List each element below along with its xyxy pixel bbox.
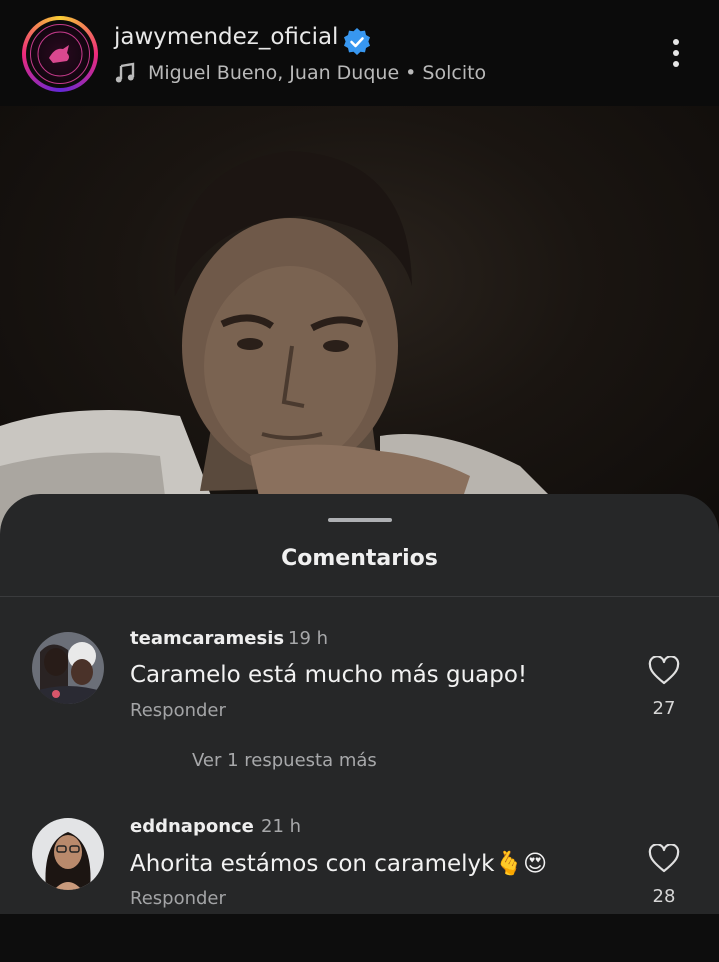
- heart-icon[interactable]: [648, 844, 680, 874]
- reply-button[interactable]: Responder: [130, 700, 226, 721]
- portrait-image: [0, 151, 560, 536]
- comment-username[interactable]: teamcaramesis: [130, 628, 284, 649]
- comment-time: 19 h: [288, 628, 329, 649]
- comments-sheet: Comentarios teamcaramesis 19 h Caramelo …: [0, 494, 719, 914]
- more-options-icon[interactable]: [662, 34, 690, 78]
- sheet-drag-handle[interactable]: [328, 518, 392, 522]
- like-count: 28: [652, 886, 676, 907]
- comment-text: Ahorita estámos con caramelyk🫰😍: [130, 851, 548, 877]
- profile-avatar[interactable]: [22, 16, 98, 92]
- commenter-avatar[interactable]: [32, 632, 104, 704]
- heart-icon[interactable]: [648, 656, 680, 686]
- profile-logo: [30, 24, 90, 84]
- audio-attribution[interactable]: Miguel Bueno, Juan Duque • Solcito: [114, 60, 486, 86]
- view-replies-button[interactable]: Ver 1 respuesta más: [192, 750, 377, 771]
- sheet-title: Comentarios: [281, 546, 438, 571]
- comment-text: Caramelo está mucho más guapo!: [130, 662, 528, 688]
- reply-button[interactable]: Responder: [130, 888, 226, 909]
- comment-time: 21 h: [261, 816, 302, 837]
- comment-username[interactable]: eddnaponce: [130, 816, 254, 837]
- post-header: jawymendez_oficial Miguel Bueno, Juan Du…: [0, 0, 719, 106]
- audio-label: Miguel Bueno, Juan Duque • Solcito: [148, 62, 487, 84]
- divider: [0, 596, 719, 597]
- commenter-avatar[interactable]: [32, 818, 104, 890]
- verified-badge-icon: [344, 28, 370, 55]
- horse-logo-icon: [37, 31, 83, 77]
- username[interactable]: jawymendez_oficial: [114, 24, 338, 50]
- music-note-icon: [115, 62, 135, 83]
- comment-item: eddnaponce 21 h Ahorita estámos con cara…: [0, 812, 719, 962]
- post-media[interactable]: [0, 106, 719, 536]
- like-count: 27: [652, 698, 676, 719]
